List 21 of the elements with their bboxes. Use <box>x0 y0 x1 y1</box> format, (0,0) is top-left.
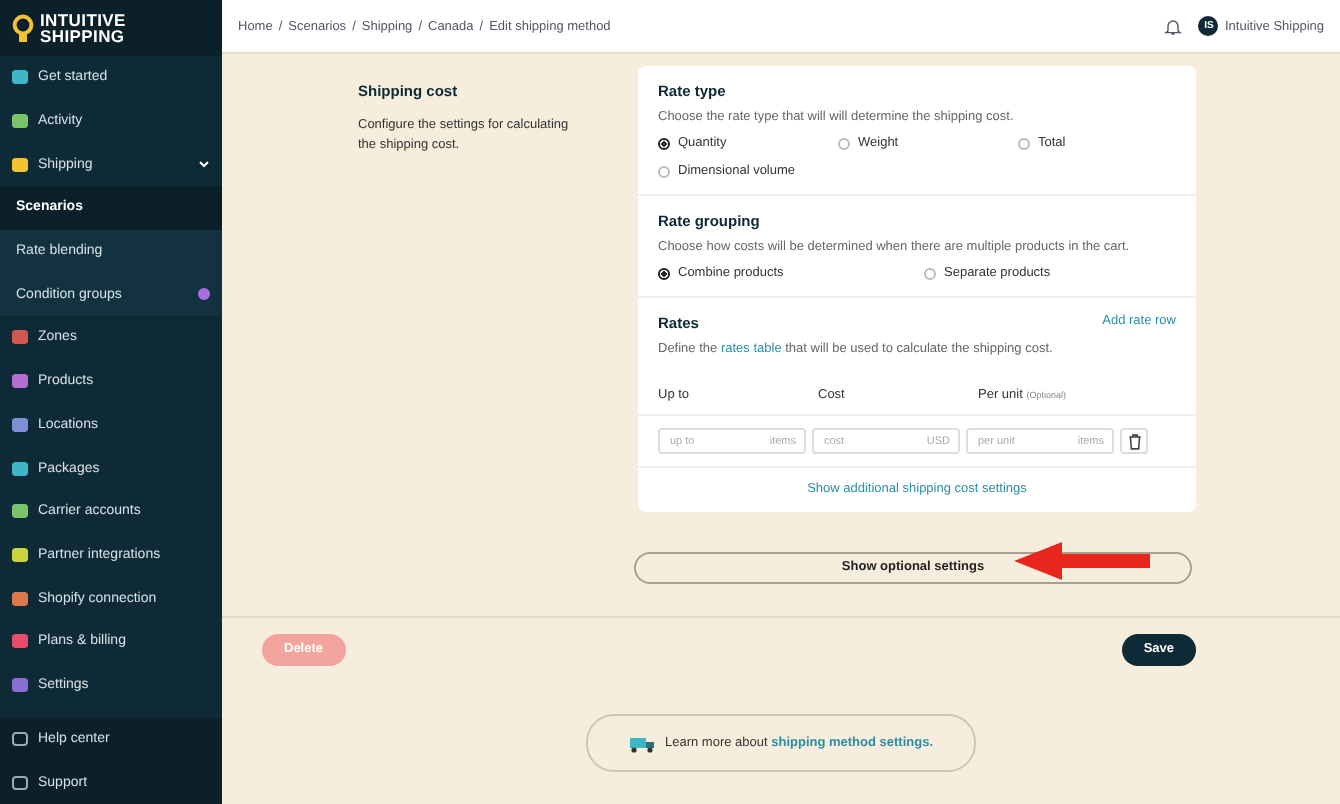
menu-icon <box>12 461 28 476</box>
lightbulb-icon <box>12 13 34 43</box>
menu-icon <box>12 70 28 85</box>
delete-row-button[interactable] <box>1120 428 1148 454</box>
logo-text: INTUITIVE SHIPPING <box>40 12 126 44</box>
bell-icon[interactable] <box>1164 17 1183 35</box>
menu-icon <box>12 330 28 345</box>
menu-icon <box>12 677 28 692</box>
menu-icon <box>12 547 28 562</box>
menu-icon <box>12 114 28 129</box>
menu-icon <box>12 731 28 746</box>
trash-icon <box>1127 433 1141 449</box>
arrow-annotation <box>1014 542 1150 580</box>
caret-icon[interactable] <box>198 158 210 171</box>
menu-icon <box>12 634 28 649</box>
menu-icon <box>12 417 28 432</box>
menu-icon <box>12 775 28 790</box>
menu-icon <box>12 157 28 172</box>
menu-icon <box>12 374 28 389</box>
menu-icon <box>12 504 28 519</box>
menu-icon <box>12 591 28 606</box>
